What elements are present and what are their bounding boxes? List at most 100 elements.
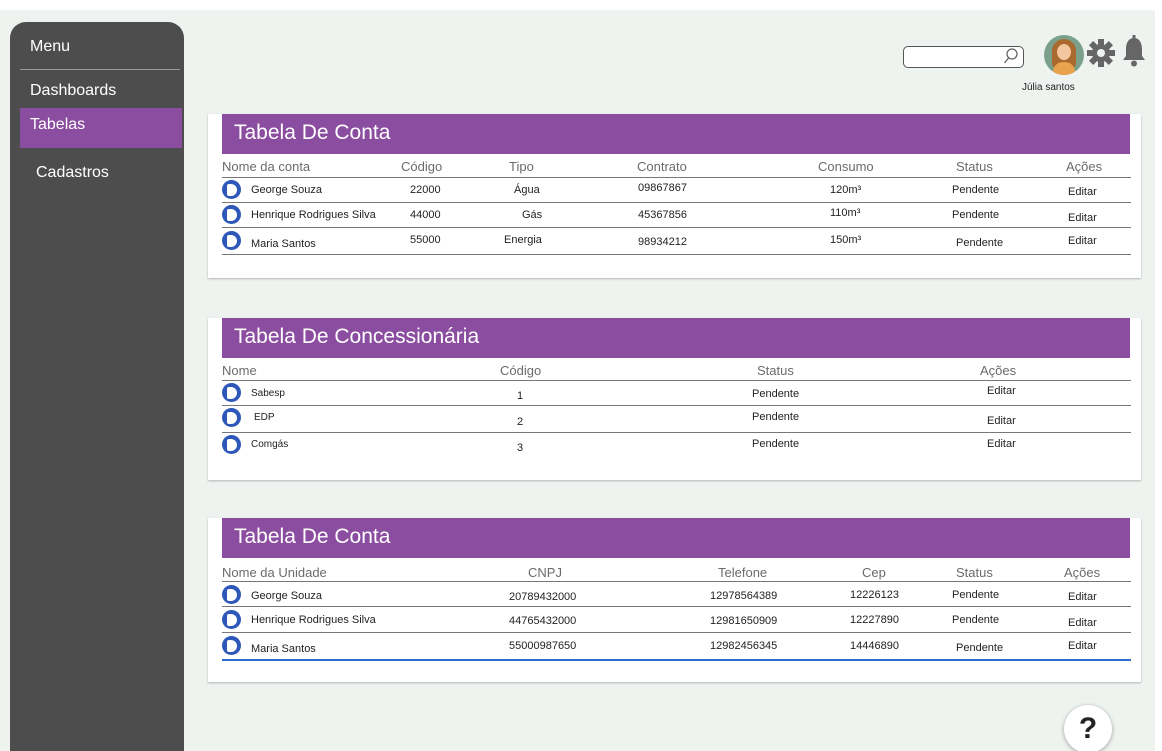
row-contract: 98934212 [638,236,687,248]
row-cnpj: 44765432000 [509,615,577,627]
row-status: Pendente [952,209,1000,221]
row-code: 3 [517,442,524,454]
table-divider [222,380,1131,381]
row-status: Pendente [952,184,1000,196]
edit-link[interactable]: Editar [987,438,1016,450]
table-divider [222,405,1131,406]
row-cep: 12227890 [850,614,899,626]
edit-link[interactable]: Editar [1068,186,1097,198]
table-divider-focused [222,659,1131,661]
row-name: Henrique Rodrigues Silva [251,209,376,221]
row-status: Pendente [952,589,1000,601]
account-icon [222,205,241,224]
table-divider [222,254,1131,255]
edit-link[interactable]: Editar [1068,591,1097,603]
account-icon [222,636,241,655]
row-phone: 12982456345 [710,640,778,652]
row-name: Henrique Rodrigues Silva [251,614,376,626]
row-type: Água [514,184,540,196]
row-contract: 09867867 [638,182,687,194]
company-icon [222,408,241,427]
table-divider [222,632,1131,633]
table-divider [222,606,1131,607]
table-divider [222,202,1131,203]
row-cnpj: 20789432000 [509,591,577,603]
sidebar-item-dashboards[interactable]: Dashboards [30,82,116,100]
row-status: Pendente [952,614,1000,626]
row-cnpj: 55000987650 [509,640,577,652]
company-icon [222,383,241,402]
row-type: Gás [522,209,543,221]
user-name: Júlia santos [1022,82,1075,93]
row-status: Pendente [956,237,1004,249]
row-name: George Souza [251,590,322,602]
row-cep: 12226123 [850,589,899,601]
concessionaires-card-title: Tabela De Concessionária [222,318,1130,358]
accounts-card-title: Tabela De Conta [222,114,1130,154]
column-header-type: Tipo [509,159,534,174]
sidebar-divider [20,69,180,70]
units-card: Tabela De Conta Nome da Unidade CNPJ Tel… [208,518,1141,682]
account-icon [222,610,241,629]
accounts-card: Tabela De Conta Nome da conta Código Tip… [208,114,1141,278]
column-header-code: Código [401,159,443,174]
column-header-contract: Contrato [637,159,687,174]
edit-link[interactable]: Editar [1068,212,1097,224]
column-header-actions: Ações [1064,565,1101,580]
account-icon [222,180,241,199]
sidebar-item-cadastros[interactable]: Cadastros [36,164,109,182]
bell-icon[interactable] [1121,35,1147,69]
edit-link[interactable]: Editar [987,385,1016,397]
row-code: 1 [517,390,524,402]
column-header-status: Status [956,565,993,580]
row-phone: 12981650909 [710,615,778,627]
row-phone: 12978564389 [710,590,778,602]
row-cep: 14446890 [850,640,899,652]
sidebar-title: Menu [30,38,71,55]
search-icon[interactable] [1003,47,1019,65]
row-status: Pendente [752,388,800,400]
column-header-cep: Cep [862,565,886,580]
gear-icon[interactable] [1086,36,1116,70]
column-header-name: Nome [222,363,257,378]
row-name: Comgás [251,439,289,450]
edit-link[interactable]: Editar [987,415,1016,427]
row-code: 44000 [410,209,441,221]
column-header-consumption: Consumo [818,159,874,174]
avatar[interactable] [1044,35,1084,75]
column-header-status: Status [956,159,993,174]
edit-link[interactable]: Editar [1068,617,1097,629]
table-divider [222,177,1131,178]
units-card-title: Tabela De Conta [222,518,1130,558]
column-header-cnpj: CNPJ [528,565,562,580]
account-icon [222,585,241,604]
row-name: Maria Santos [251,238,316,250]
column-header-name: Nome da conta [222,159,311,174]
row-contract: 45367856 [638,209,687,221]
row-name: George Souza [251,184,322,196]
edit-link[interactable]: Editar [1068,235,1097,247]
column-header-actions: Ações [980,363,1017,378]
edit-link[interactable]: Editar [1068,640,1097,652]
account-icon [222,231,241,250]
row-name: Sabesp [251,388,285,399]
sidebar: Menu Dashboards Tabelas Cadastros [10,22,184,751]
column-header-code: Código [500,363,542,378]
row-name: Maria Santos [251,643,316,655]
row-status: Pendente [752,411,800,423]
table-divider [222,432,1131,433]
help-button[interactable]: ? [1064,705,1112,751]
row-name: EDP [254,412,275,423]
sidebar-item-tabelas[interactable]: Tabelas [20,108,182,148]
row-code: 2 [517,416,524,428]
column-header-actions: Ações [1066,159,1103,174]
row-type: Energia [504,234,542,246]
column-header-phone: Telefone [718,565,768,580]
row-consumption: 110m³ [830,207,861,219]
row-status: Pendente [956,642,1004,654]
row-status: Pendente [752,438,800,450]
row-consumption: 120m³ [830,184,862,196]
column-header-unit-name: Nome da Unidade [222,565,327,580]
row-code: 55000 [410,234,441,246]
concessionaires-card: Tabela De Concessionária Nome Código Sta… [208,318,1141,480]
